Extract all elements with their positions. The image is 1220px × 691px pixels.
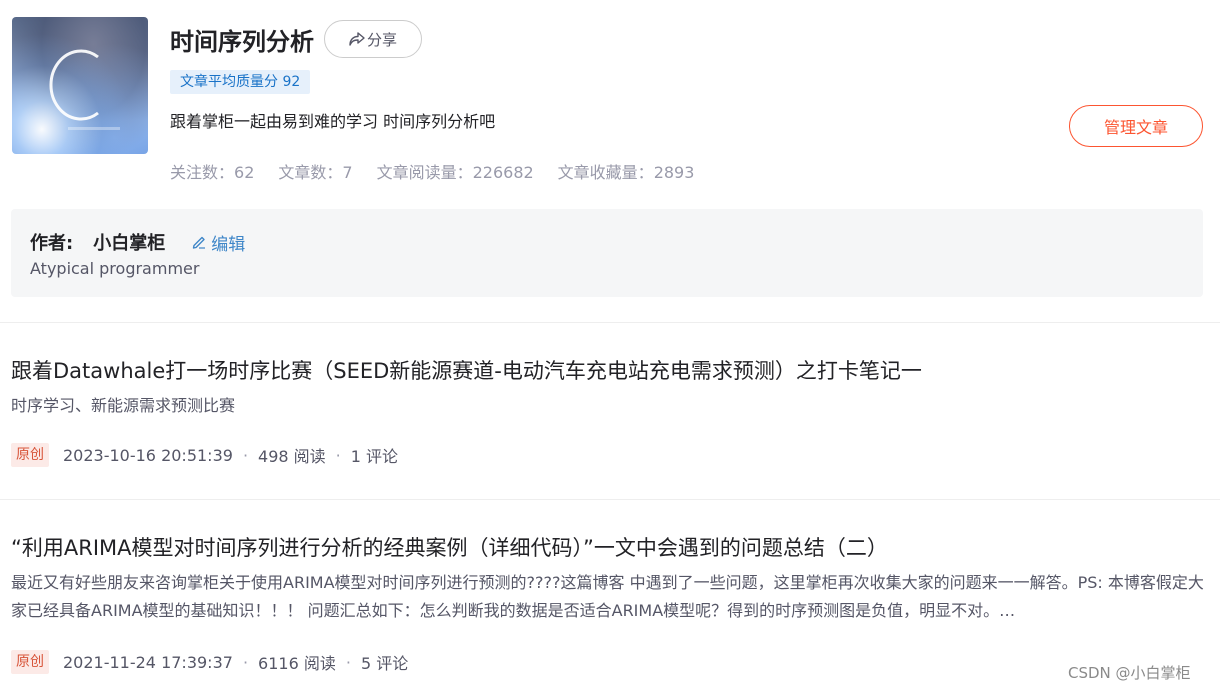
edit-author-link[interactable]: 编辑: [191, 230, 245, 255]
article-comments[interactable]: 5 评论: [361, 650, 408, 674]
original-tag: 原创: [11, 650, 49, 674]
article-meta: 原创 2021-11-24 17:39:37 · 6116 阅读 · 5 评论: [11, 650, 408, 674]
author-name[interactable]: 小白掌柜: [93, 229, 165, 255]
article-desc: 时序学习、新能源需求预测比赛: [11, 396, 236, 415]
article-meta: 原创 2023-10-16 20:51:39 · 498 阅读 · 1 评论: [11, 443, 398, 467]
separator-dot: ·: [345, 652, 351, 672]
stat-articles: 文章数：7: [278, 163, 353, 182]
csdn-watermark: CSDN @小白掌柜: [1068, 664, 1191, 682]
column-cover-image: [12, 17, 148, 154]
article-desc: 最近又有好些朋友来咨询掌柜关于使用ARIMA模型对时间序列进行预测的????这篇…: [11, 573, 1204, 620]
edit-label: 编辑: [211, 234, 246, 255]
author-bio: Atypical programmer: [30, 259, 200, 278]
author-card: 作者: 小白掌柜 编辑 Atypical programmer: [11, 209, 1203, 297]
separator-dot: ·: [242, 445, 249, 465]
column-title: 时间序列分析: [170, 27, 314, 56]
quality-score-badge: 文章平均质量分 92: [170, 70, 311, 94]
article-date: 2021-11-24 17:39:37: [63, 652, 233, 672]
stat-followers: 关注数：62: [170, 163, 255, 182]
article-comments[interactable]: 1 评论: [351, 443, 398, 467]
article-item[interactable]: “利用ARIMA模型对时间序列进行分析的经典案例（详细代码）”一文中会遇到的问题…: [0, 499, 1220, 691]
column-stats: 关注数：62 文章数：7 文章阅读量：226682 文章收藏量：2893: [170, 159, 718, 183]
separator-dot: ·: [335, 445, 341, 465]
article-reads: 6116 阅读: [258, 654, 336, 673]
share-button[interactable]: 分享: [324, 20, 422, 58]
article-title[interactable]: “利用ARIMA模型对时间序列进行分析的经典案例（详细代码）”一文中会遇到的问题…: [11, 532, 888, 562]
stat-favorites: 文章收藏量：2893: [557, 163, 695, 182]
article-title[interactable]: 跟着Datawhale打一场时序比赛（SEED新能源赛道-电动汽车充电站充电需求…: [11, 355, 922, 385]
separator-dot: ·: [242, 652, 249, 672]
column-header: 时间序列分析 分享 文章平均质量分 92 跟着掌柜一起由易到难的学习 时间序列分…: [0, 0, 1220, 200]
share-arrow-icon: [349, 32, 365, 46]
column-description: 跟着掌柜一起由易到难的学习 时间序列分析吧: [170, 112, 496, 131]
stat-reads: 文章阅读量：226682: [376, 163, 534, 182]
share-label: 分享: [366, 30, 397, 49]
article-reads: 498 阅读: [258, 447, 326, 466]
article-item[interactable]: 跟着Datawhale打一场时序比赛（SEED新能源赛道-电动汽车充电站充电需求…: [0, 322, 1220, 499]
author-label: 作者:: [30, 233, 74, 254]
manage-articles-button[interactable]: 管理文章: [1069, 105, 1203, 147]
pencil-icon: [193, 236, 206, 249]
original-tag: 原创: [11, 443, 49, 467]
article-date: 2023-10-16 20:51:39: [63, 445, 233, 465]
